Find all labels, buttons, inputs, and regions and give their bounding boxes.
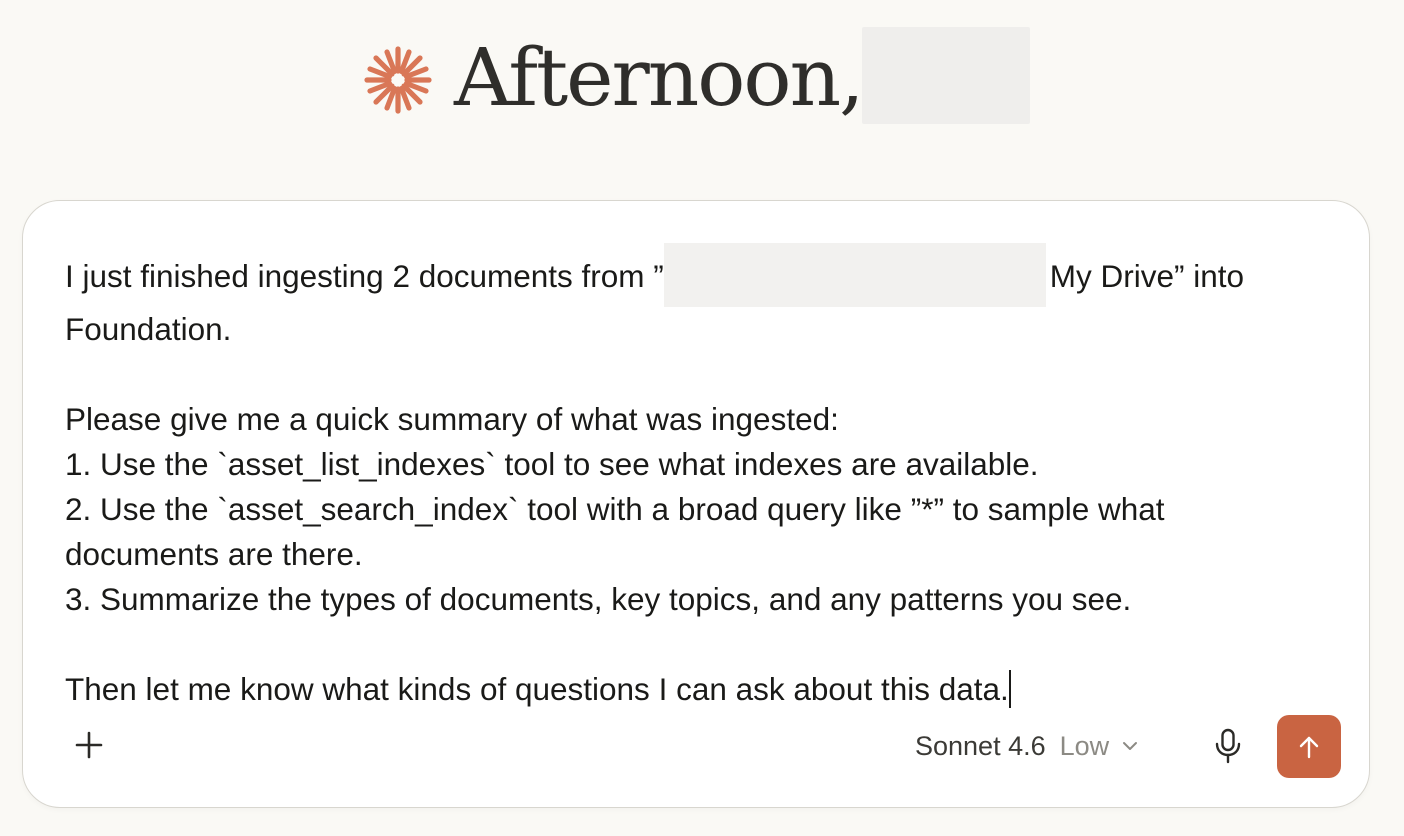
model-name: Sonnet 4.6 <box>915 730 1046 761</box>
message-composer[interactable]: I just finished ingesting 2 documents fr… <box>22 200 1370 808</box>
prompt-line: Please give me a quick summary of what w… <box>65 401 839 437</box>
prompt-input[interactable]: I just finished ingesting 2 documents fr… <box>65 243 1325 712</box>
text-caret <box>1008 670 1011 708</box>
greeting: Afternoon, <box>364 28 865 128</box>
prompt-line: I just finished ingesting 2 documents fr… <box>65 243 1325 352</box>
prompt-line: 2. Use the `asset_search_index` tool wit… <box>65 491 1165 572</box>
prompt-line: 1. Use the `asset_list_indexes` tool to … <box>65 446 1039 482</box>
arrow-up-icon <box>1299 736 1319 758</box>
spark-icon <box>364 46 432 114</box>
model-selector[interactable]: Sonnet 4.6 Low <box>915 725 1139 767</box>
drive-name-redaction <box>663 243 1046 307</box>
prompt-text: I just finished ingesting 2 documents fr… <box>65 258 664 294</box>
plus-icon <box>75 731 103 759</box>
add-attachment-button[interactable] <box>65 721 113 769</box>
send-button[interactable] <box>1277 715 1341 778</box>
prompt-line: 3. Summarize the types of documents, key… <box>65 581 1132 617</box>
prompt-text: Then let me know what kinds of questions… <box>65 671 1009 707</box>
effort-label: Low <box>1059 730 1110 761</box>
name-redaction <box>862 27 1030 124</box>
voice-input-button[interactable] <box>1205 723 1251 769</box>
greeting-text: Afternoon, <box>454 31 865 124</box>
prompt-line: Then let me know what kinds of questions… <box>65 667 1325 712</box>
microphone-icon <box>1215 728 1241 764</box>
chevron-down-icon <box>1123 742 1138 750</box>
